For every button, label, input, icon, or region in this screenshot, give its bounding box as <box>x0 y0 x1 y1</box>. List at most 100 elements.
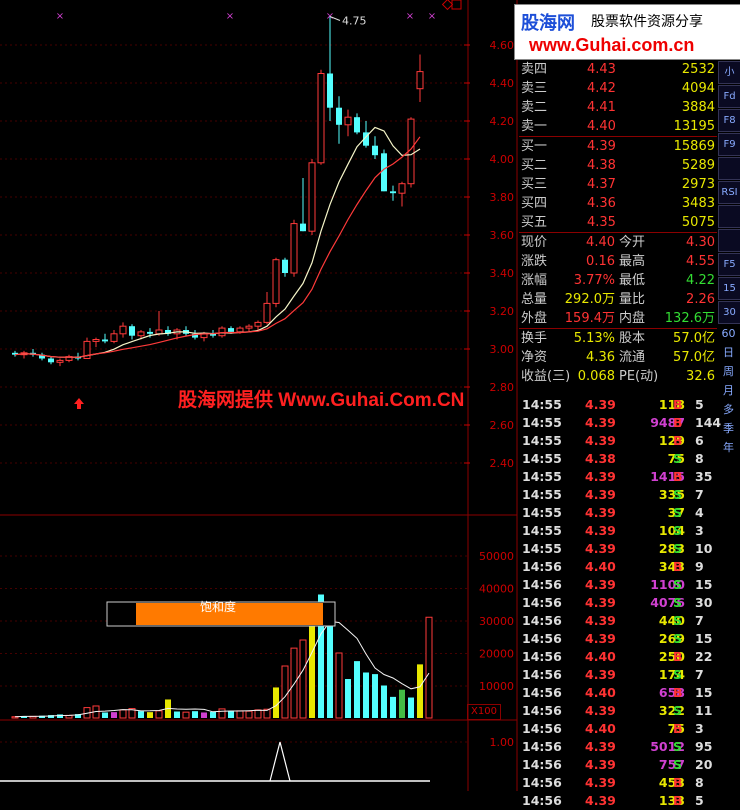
trade-row: 14:56 4.40 343 B 9 <box>519 558 717 576</box>
rsi-icon[interactable] <box>718 229 740 252</box>
bid-price: 4.39 <box>587 139 616 154</box>
trade-side: S <box>673 613 683 628</box>
trade-side: S <box>673 487 683 502</box>
candle-body <box>254 321 262 327</box>
volume-bar <box>102 712 108 718</box>
volume-bar <box>111 712 117 718</box>
f5-icon[interactable]: 30 <box>718 301 740 324</box>
trade-price: 4.40 <box>585 685 616 700</box>
trade-time: 14:56 <box>522 685 562 700</box>
move-icon[interactable]: F5 <box>718 253 740 276</box>
trade-side: B <box>673 397 683 412</box>
trade-row: 14:55 4.39 9487 B 144 <box>519 414 721 432</box>
candle-body <box>147 331 153 334</box>
stat-label: 收益(三) <box>521 369 571 384</box>
trade-price: 4.39 <box>585 487 616 502</box>
period-button[interactable]: 年 <box>718 439 739 457</box>
volume-bar <box>138 711 144 718</box>
bid-volume: 2973 <box>681 177 715 192</box>
trade-row: 14:56 4.39 440 S 7 <box>519 612 717 630</box>
period-button[interactable]: 日 <box>718 344 739 362</box>
volume-bar <box>345 679 351 718</box>
fund-icon[interactable] <box>718 205 740 228</box>
trade-time: 14:56 <box>522 613 562 628</box>
indicator-axis-label: 1.00 <box>490 736 515 749</box>
trade-price: 4.39 <box>585 793 616 808</box>
ask-volume: 4094 <box>681 81 715 96</box>
volume-bar <box>354 661 360 718</box>
candle-body <box>308 162 316 232</box>
ask-volume: 3884 <box>681 100 715 115</box>
pencil-icon[interactable]: 15 <box>718 277 740 300</box>
trade-time: 14:56 <box>522 577 562 592</box>
trade-count: 7 <box>695 667 704 682</box>
stat-row: 外盘 159.4万 内盘 132.6万 <box>519 309 717 328</box>
f8-icon[interactable]: RSI <box>718 181 740 204</box>
candle-body <box>218 327 226 337</box>
f10-icon[interactable] <box>718 157 740 180</box>
price-axis-label: 4.60 <box>490 39 515 52</box>
trade-count: 8 <box>695 775 704 790</box>
period-button[interactable]: 月 <box>718 382 739 400</box>
trade-count: 3 <box>695 523 704 538</box>
bid-row: 买三 4.37 2973 <box>519 175 717 194</box>
price-axis-label: 3.40 <box>490 267 515 280</box>
bid-label: 买二 <box>521 158 548 173</box>
trade-time: 14:55 <box>522 487 562 502</box>
trade-count: 20 <box>695 757 713 772</box>
period-button[interactable]: 季 <box>718 420 739 438</box>
candles-icon[interactable]: 小 <box>718 61 740 84</box>
trade-count: 4 <box>695 505 704 520</box>
candle-body <box>282 259 288 273</box>
trade-side: S <box>673 451 683 466</box>
trade-row: 14:56 4.39 133 B 5 <box>519 792 717 810</box>
trade-price: 4.40 <box>585 649 616 664</box>
stat-value: 292.0万 <box>564 292 615 307</box>
price-axis-label: 2.60 <box>490 419 515 432</box>
stat-label: 量比 <box>619 292 646 307</box>
volume-bar <box>299 639 307 719</box>
trade-time: 14:55 <box>522 523 562 538</box>
stat-label: 最高 <box>619 254 646 269</box>
stat-value: 4.40 <box>586 235 615 250</box>
candle-body <box>317 73 325 164</box>
volume-axis-label: 40000 <box>479 583 514 596</box>
stat-value: 4.30 <box>686 235 715 250</box>
period-button[interactable]: 60 <box>718 325 739 343</box>
trade-row: 14:55 4.39 37 S 4 <box>519 504 717 522</box>
stat-value: 57.0亿 <box>673 350 715 365</box>
ask-volume: 2532 <box>681 62 715 77</box>
trade-time: 14:55 <box>522 397 562 412</box>
bid-row: 买一 4.39 15869 <box>519 137 717 156</box>
logo-tagline: 股票软件资源分享 <box>591 14 703 30</box>
candle-body <box>137 331 145 337</box>
trade-row: 14:56 4.39 269 S 15 <box>519 630 717 648</box>
bid-volume: 5075 <box>681 215 715 230</box>
trade-price: 4.39 <box>585 433 616 448</box>
volume-unit-label: X100 <box>467 704 501 720</box>
bid-volume: 15869 <box>673 139 715 154</box>
trade-side: S <box>673 541 683 556</box>
ask-row: 卖一 4.40 13195 <box>519 117 717 136</box>
volume-bar <box>201 712 207 718</box>
bar-icon[interactable]: F9 <box>718 133 740 156</box>
bid-price: 4.38 <box>587 158 616 173</box>
ma-line-long <box>14 136 421 358</box>
compare-icon[interactable]: F8 <box>718 109 740 132</box>
stat-value: 159.4万 <box>564 311 615 326</box>
ask-row: 卖二 4.41 3884 <box>519 98 717 117</box>
candle-body <box>336 107 342 125</box>
stat-value: 132.6万 <box>664 311 715 326</box>
volume-bar <box>218 708 226 719</box>
volume-axis-label: 50000 <box>479 550 514 563</box>
line-icon[interactable]: Fd <box>718 85 740 108</box>
trade-time: 14:56 <box>522 703 562 718</box>
trade-time: 14:56 <box>522 559 562 574</box>
period-button[interactable]: 多 <box>718 401 739 419</box>
trade-side: B <box>673 559 683 574</box>
candle-body <box>398 183 406 194</box>
trade-side: B <box>673 433 683 448</box>
volume-bar <box>210 711 216 718</box>
period-button[interactable]: 周 <box>718 363 739 381</box>
volume-bar <box>228 710 234 718</box>
